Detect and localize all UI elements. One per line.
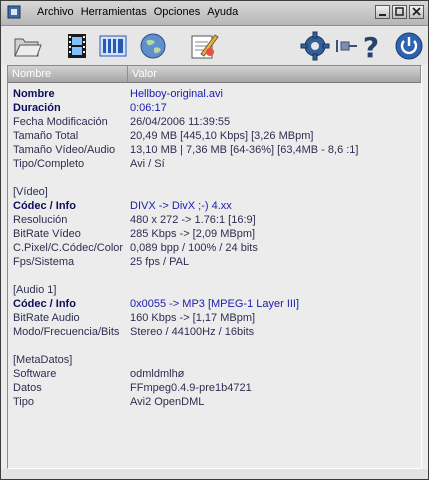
maximize-button[interactable] — [392, 5, 407, 19]
list-item[interactable]: C.Pixel/C.Códec/Color 0,089 bpp / 100% / … — [8, 241, 421, 255]
info-grid-icon[interactable] — [97, 30, 129, 62]
list-item[interactable]: Fps/Sistema 25 fps / PAL — [8, 255, 421, 269]
minimize-button[interactable] — [375, 5, 390, 19]
film-icon[interactable] — [61, 30, 93, 62]
list-item[interactable]: BitRate Audio 160 Kbps -> [1,17 MBpm] — [8, 311, 421, 325]
menu-bar: Archivo Herramientas Opciones Ayuda — [37, 6, 245, 18]
globe-icon[interactable] — [137, 30, 169, 62]
toolbar: ? — [1, 27, 428, 65]
menu-ayuda[interactable]: Ayuda — [207, 6, 238, 18]
item-key: Tipo/Completo — [13, 158, 85, 170]
list-item[interactable]: Fecha Modificación 26/04/2006 11:39:55 — [8, 115, 421, 129]
app-window: Archivo Herramientas Opciones Ayuda ? No… — [0, 0, 429, 480]
item-value: 0,089 bpp / 100% / 24 bits — [130, 242, 258, 254]
window-controls — [373, 5, 424, 19]
minimize-icon — [379, 14, 386, 16]
item-value: odmldmlhø — [130, 368, 185, 380]
item-value: 25 fps / PAL — [130, 256, 190, 268]
item-key: Duración — [13, 102, 61, 114]
column-header-nombre[interactable]: Nombre — [8, 66, 128, 82]
item-key: C.Pixel/C.Códec/Color — [13, 242, 124, 254]
list-item[interactable]: Modo/Frecuencia/Bits Stereo / 44100Hz / 1… — [8, 325, 421, 339]
item-key: Modo/Frecuencia/Bits — [13, 326, 120, 338]
item-key: Fecha Modificación — [13, 116, 108, 128]
item-key: Fps/Sistema — [13, 256, 75, 268]
item-value: 160 Kbps -> [1,17 MBpm] — [130, 312, 256, 324]
open-folder-icon[interactable] — [11, 30, 43, 62]
info-list[interactable]: Nombre Valor Nombre Hellboy-original.avi D… — [7, 65, 422, 469]
item-value: 480 x 272 -> 1.76:1 [16:9] — [130, 214, 256, 226]
column-header-valor[interactable]: Valor — [128, 66, 421, 82]
list-item[interactable]: [Vídeo] — [8, 185, 421, 199]
list-item[interactable]: Duración 0:06:17 — [8, 101, 421, 115]
close-button[interactable] — [409, 5, 424, 19]
edit-notes-icon[interactable] — [187, 30, 219, 62]
list-item[interactable] — [8, 269, 421, 283]
list-item[interactable]: Tamaño Total 20,49 MB [445,10 Kbps] [3,26… — [8, 129, 421, 143]
svg-text:?: ? — [363, 31, 379, 62]
item-value: 0x0055 -> MP3 [MPEG-1 Layer III] — [130, 298, 300, 310]
item-key: Resolución — [13, 214, 68, 226]
list-item[interactable]: Tamaño Vídeo/Audio 13,10 MB | 7,36 MB [64… — [8, 143, 421, 157]
item-value: Avi2 OpenDML — [130, 396, 205, 408]
status-bar — [1, 469, 428, 479]
item-value: 285 Kbps -> [2,09 MBpm] — [130, 228, 256, 240]
item-value: 0:06:17 — [130, 102, 167, 114]
list-item[interactable]: Códec / Info 0x0055 -> MP3 [MPEG-1 Layer … — [8, 297, 421, 311]
list-item[interactable]: BitRate Vídeo 285 Kbps -> [2,09 MBpm] — [8, 227, 421, 241]
list-item[interactable]: Datos FFmpeg0.4.9-pre1b4721 — [8, 381, 421, 395]
list-item[interactable]: Nombre Hellboy-original.avi — [8, 87, 421, 101]
item-value: Hellboy-original.avi — [130, 88, 223, 100]
settings-gear-icon[interactable] — [299, 30, 331, 62]
list-item[interactable]: Códec / Info DIVX -> DivX ;-) 4.xx — [8, 199, 421, 213]
title-bar: Archivo Herramientas Opciones Ayuda — [1, 1, 428, 26]
item-key: Códec / Info — [13, 200, 76, 212]
item-key: [Vídeo] — [13, 186, 48, 198]
list-item[interactable]: [MetaDatos] — [8, 353, 421, 367]
item-key: Tamaño Vídeo/Audio — [13, 144, 116, 156]
menu-opciones[interactable]: Opciones — [154, 6, 200, 18]
help-icon[interactable]: ? — [355, 30, 387, 62]
app-icon — [7, 5, 21, 19]
item-value: Avi / Sí — [130, 158, 165, 170]
item-key: Tamaño Total — [13, 130, 79, 142]
list-item[interactable]: Tipo Avi2 OpenDML — [8, 395, 421, 409]
item-value: 20,49 MB [445,10 Kbps] [3,26 MBpm] — [130, 130, 314, 142]
item-value: 26/04/2006 11:39:55 — [130, 116, 231, 128]
item-value: Stereo / 44100Hz / 16bits — [130, 326, 255, 338]
list-rows: Nombre Hellboy-original.avi Duración 0:06:1… — [8, 87, 421, 409]
item-key: Códec / Info — [13, 298, 76, 310]
list-item[interactable] — [8, 339, 421, 353]
menu-herramientas[interactable]: Herramientas — [81, 6, 147, 18]
list-item[interactable] — [8, 171, 421, 185]
item-key: [MetaDatos] — [13, 354, 73, 366]
list-item[interactable]: Tipo/Completo Avi / Sí — [8, 157, 421, 171]
item-value: DIVX -> DivX ;-) 4.xx — [130, 200, 232, 212]
item-value: 13,10 MB | 7,36 MB [64-36%] [63,4MB - 8,… — [130, 144, 359, 156]
item-key: BitRate Vídeo — [13, 228, 81, 240]
item-value: FFmpeg0.4.9-pre1b4721 — [130, 382, 252, 394]
item-key: Software — [13, 368, 57, 380]
item-key: BitRate Audio — [13, 312, 80, 324]
maximize-icon — [395, 7, 404, 16]
item-key: Nombre — [13, 88, 55, 100]
list-header: Nombre Valor — [8, 66, 421, 83]
item-key: [Audio 1] — [13, 284, 57, 296]
list-item[interactable]: Software odmldmlhø — [8, 367, 421, 381]
item-key: Tipo — [13, 396, 34, 408]
menu-archivo[interactable]: Archivo — [37, 6, 74, 18]
list-item[interactable]: [Audio 1] — [8, 283, 421, 297]
list-item[interactable]: Resolución 480 x 272 -> 1.76:1 [16:9] — [8, 213, 421, 227]
item-key: Datos — [13, 382, 42, 394]
close-icon — [412, 7, 421, 16]
power-icon[interactable] — [393, 30, 425, 62]
